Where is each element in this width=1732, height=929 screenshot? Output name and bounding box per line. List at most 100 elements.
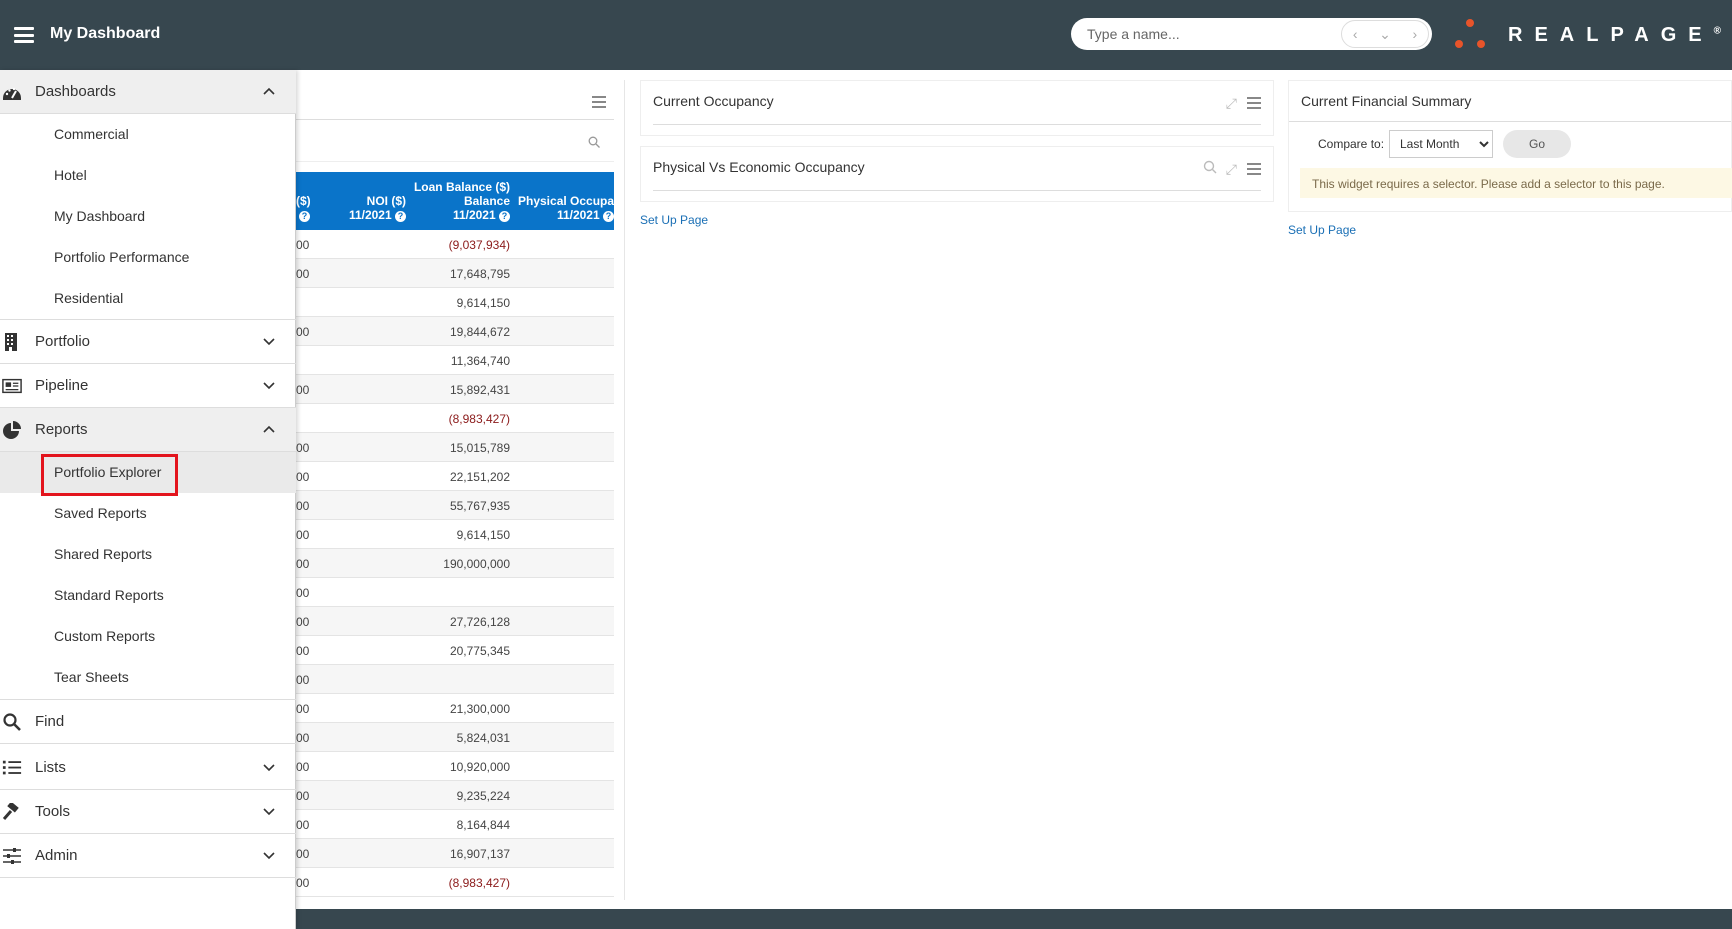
table-row[interactable]: 00 16,907,137	[296, 839, 614, 868]
section-label: Portfolio	[35, 333, 91, 350]
help-icon[interactable]: ?	[603, 211, 614, 222]
table-row[interactable]: 00 15,015,789	[296, 433, 614, 462]
highlight-annotation	[41, 454, 178, 496]
sidebar-item-label: Portfolio Performance	[54, 249, 190, 265]
sidebar-item-residential[interactable]: Residential	[0, 278, 296, 319]
table-cell-loan-balance: (8,983,427)	[448, 412, 510, 426]
table-cell-loan-balance: 22,151,202	[449, 470, 510, 484]
current-occupancy-widget: Current Occupancy ⤢	[640, 80, 1274, 136]
sidebar-item-portfolio-performance[interactable]: Portfolio Performance	[0, 237, 296, 278]
section-label: Reports	[35, 421, 88, 438]
column-header-partial[interactable]: ($) ?	[296, 194, 310, 222]
section-label: Find	[35, 713, 65, 730]
sidebar-section-admin[interactable]: Admin	[0, 834, 296, 878]
widget-title: Current Occupancy	[653, 93, 774, 109]
table-cell-loan-balance: 11,364,740	[450, 354, 510, 368]
widget-menu-icon[interactable]	[1247, 97, 1261, 112]
divider	[653, 190, 1261, 191]
set-up-page-link[interactable]: Set Up Page	[640, 213, 708, 227]
sidebar-section-portfolio[interactable]: Portfolio	[0, 320, 296, 364]
table-cell-loan-balance: 10,920,000	[449, 760, 510, 774]
table-cell-loan-balance: 9,235,224	[456, 789, 510, 803]
expand-icon[interactable]: ⤢	[1226, 95, 1237, 112]
sidebar-item-hotel[interactable]: Hotel	[0, 155, 296, 196]
table-cell-partial: 00	[296, 441, 310, 455]
table-cell-loan-balance: 190,000,000	[443, 557, 510, 571]
chevron-left-icon[interactable]: ‹	[1353, 26, 1358, 42]
table-row[interactable]: 00 (8,983,427)	[296, 868, 614, 897]
chevron-down-icon	[263, 764, 275, 772]
table-row[interactable]: 00 21,300,000	[296, 694, 614, 723]
table-row[interactable]: 00 9,235,224	[296, 781, 614, 810]
table-cell-loan-balance: 17,648,795	[449, 267, 510, 281]
sidebar-item-standard-reports[interactable]: Standard Reports	[0, 575, 296, 616]
help-icon[interactable]: ?	[395, 211, 406, 222]
chevron-up-icon	[263, 425, 275, 433]
divider	[1289, 121, 1731, 122]
column-header-noi[interactable]: NOI ($) 11/2021 ?	[349, 194, 406, 222]
table-row[interactable]: 00	[296, 665, 614, 694]
search-icon[interactable]	[1203, 160, 1217, 174]
sidebar-section-find[interactable]: Find	[0, 700, 296, 744]
sidebar-item-commercial[interactable]: Commercial	[0, 114, 296, 155]
widget-title: Current Financial Summary	[1301, 93, 1472, 109]
table-cell-partial: 00	[296, 818, 310, 832]
sidebar-item-saved-reports[interactable]: Saved Reports	[0, 493, 296, 534]
table-row[interactable]: 00 20,775,345	[296, 636, 614, 665]
sidebar-section-dashboards[interactable]: Dashboards	[0, 70, 296, 114]
chevron-right-icon[interactable]: ›	[1413, 26, 1418, 42]
section-label: Lists	[35, 759, 66, 776]
table-row[interactable]: 00 15,892,431	[296, 375, 614, 404]
table-row[interactable]: 00 9,614,150	[296, 520, 614, 549]
table-row[interactable]: 11,364,740	[296, 346, 614, 375]
help-icon[interactable]: ?	[499, 211, 510, 222]
table-row[interactable]: 00 8,164,844	[296, 810, 614, 839]
table-row[interactable]: 00 10,920,000	[296, 752, 614, 781]
compare-to-select[interactable]: Last Month	[1389, 130, 1493, 158]
set-up-page-link[interactable]: Set Up Page	[1288, 223, 1356, 237]
search-icon[interactable]	[588, 136, 600, 148]
chevron-down-icon	[263, 852, 275, 860]
realpage-logo: REALPAGE®	[1452, 18, 1722, 52]
building-icon	[5, 333, 17, 351]
sidebar-item-custom-reports[interactable]: Custom Reports	[0, 616, 296, 657]
table-row[interactable]: 00 5,824,031	[296, 723, 614, 752]
name-search-input[interactable]	[1087, 18, 1337, 50]
table-cell-partial: 00	[296, 876, 310, 890]
table-row[interactable]: 00	[296, 578, 614, 607]
sidebar-item-tear-sheets[interactable]: Tear Sheets	[0, 657, 296, 698]
chevron-down-icon[interactable]: ⌄	[1379, 26, 1391, 43]
help-icon[interactable]: ?	[299, 211, 310, 222]
table-row[interactable]: 00 55,767,935	[296, 491, 614, 520]
widget-menu-icon[interactable]	[592, 96, 606, 111]
sidebar-section-pipeline[interactable]: Pipeline	[0, 364, 296, 408]
table-cell-partial: 00	[296, 702, 310, 716]
portfolio-table-widget: ($) ? NOI ($) 11/2021 ? Loan Balance ($)…	[296, 80, 614, 900]
sidebar-section-lists[interactable]: Lists	[0, 746, 296, 790]
table-cell-loan-balance: 15,892,431	[449, 383, 510, 397]
sidebar-item-my-dashboard[interactable]: My Dashboard	[0, 196, 296, 237]
table-row[interactable]: 00 27,726,128	[296, 607, 614, 636]
go-button[interactable]: Go	[1503, 130, 1571, 158]
table-row[interactable]: 00 19,844,672	[296, 317, 614, 346]
table-row[interactable]: 00 17,648,795	[296, 259, 614, 288]
hamburger-menu-icon[interactable]	[14, 27, 34, 43]
sidebar-section-tools[interactable]: Tools	[0, 790, 296, 834]
column-header-loan-balance[interactable]: Loan Balance ($) Balance 11/2021 ?	[414, 180, 510, 222]
sidebar-item-label: Saved Reports	[54, 505, 147, 521]
sidebar-item-shared-reports[interactable]: Shared Reports	[0, 534, 296, 575]
page-title: My Dashboard	[50, 25, 161, 42]
widget-menu-icon[interactable]	[1247, 163, 1261, 178]
table-row[interactable]: 00 190,000,000	[296, 549, 614, 578]
expand-icon[interactable]: ⤢	[1226, 161, 1237, 178]
table-cell-loan-balance: 5,824,031	[456, 731, 510, 745]
table-cell-loan-balance: 27,726,128	[449, 615, 510, 629]
sidebar-section-reports[interactable]: Reports	[0, 408, 296, 452]
table-cell-partial: 00	[296, 615, 310, 629]
table-row[interactable]: 00 (9,037,934)	[296, 230, 614, 259]
table-row[interactable]: 00 22,151,202	[296, 462, 614, 491]
pie-chart-icon	[3, 421, 21, 439]
column-header-physical-occupancy[interactable]: Physical Occupan 11/2021 ?	[518, 194, 614, 222]
table-row[interactable]: (8,983,427)	[296, 404, 614, 433]
table-row[interactable]: 9,614,150	[296, 288, 614, 317]
